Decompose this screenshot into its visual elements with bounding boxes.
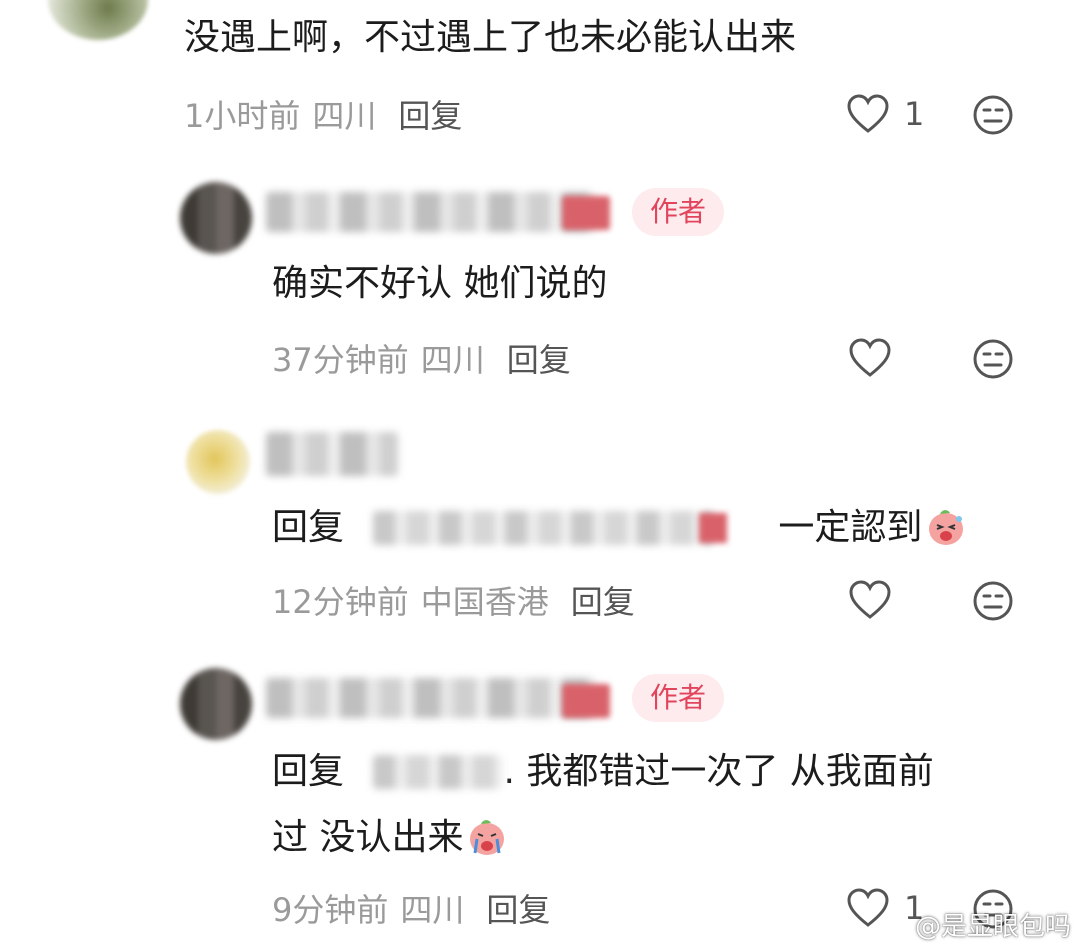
peach-laugh-emoji	[929, 510, 964, 545]
like-button[interactable]: 1	[846, 94, 924, 134]
like-button[interactable]	[848, 338, 892, 378]
heart-icon	[849, 580, 891, 619]
comment-text: 回复 一定認到	[272, 506, 966, 550]
heart-icon	[847, 94, 889, 133]
neutral-face-icon[interactable]	[972, 94, 1014, 136]
comment-text: 确实不好认 她们说的	[272, 263, 608, 304]
comment-meta: 12分钟前 中国香港 回复	[272, 582, 635, 622]
mention-badge-blurred	[698, 513, 727, 543]
comment-time: 1小时前	[184, 97, 301, 135]
reply-button[interactable]: 回复	[571, 583, 635, 621]
reply-prefix: 回复	[272, 751, 345, 792]
like-button[interactable]	[848, 580, 892, 620]
username-blurred[interactable]	[266, 192, 596, 232]
comment-location: 四川	[312, 97, 377, 135]
watermark: @是显眼包吗	[877, 906, 1071, 943]
comment-time: 12分钟前	[272, 583, 409, 621]
author-badge: 作者	[632, 188, 725, 236]
avatar[interactable]	[180, 182, 252, 254]
mentioned-user-blurred[interactable]	[373, 755, 504, 789]
username-blurred[interactable]	[266, 432, 398, 476]
comment-meta: 9分钟前 四川 回复	[272, 890, 550, 930]
peach-cry-emoji	[470, 820, 505, 855]
comment-time: 9分钟前	[272, 891, 389, 929]
reply-body: 一定認到	[778, 507, 923, 548]
reply-body-line2: 过 没认出来	[272, 817, 464, 858]
watermark-text: @是显眼包吗	[914, 912, 1071, 942]
comment-meta: 37分钟前 四川 回复	[272, 340, 571, 380]
author-badge: 作者	[632, 674, 725, 722]
avatar[interactable]	[180, 668, 252, 740]
reply-prefix: 回复	[272, 507, 345, 548]
avatar[interactable]	[186, 430, 250, 494]
username-badge-blurred	[562, 684, 610, 718]
avatar[interactable]	[48, 0, 148, 40]
heart-icon	[849, 338, 891, 377]
mentioned-user-blurred[interactable]	[373, 511, 714, 545]
neutral-face-icon[interactable]	[972, 338, 1014, 380]
comment-location: 中国香港	[420, 583, 549, 621]
comment-text: 回复 . 我都错过一次了 从我面前	[272, 750, 934, 794]
comment-text: 没遇上啊，不过遇上了也未必能认出来	[184, 17, 797, 58]
reply-body-line1: . 我都错过一次了 从我面前	[503, 751, 934, 792]
comment-meta: 1小时前 四川 回复	[184, 96, 462, 136]
comment-location: 四川	[420, 341, 485, 379]
username-badge-blurred	[562, 196, 610, 230]
username-blurred[interactable]	[266, 678, 596, 718]
comment-time: 37分钟前	[272, 341, 409, 379]
comment-text-line2: 过 没认出来	[272, 816, 507, 860]
reply-button[interactable]: 回复	[398, 97, 462, 135]
reply-button[interactable]: 回复	[486, 891, 550, 929]
weibo-icon	[877, 913, 910, 938]
like-count: 1	[904, 95, 925, 133]
reply-button[interactable]: 回复	[507, 341, 571, 379]
neutral-face-icon[interactable]	[972, 580, 1014, 622]
comment-location: 四川	[400, 891, 465, 929]
